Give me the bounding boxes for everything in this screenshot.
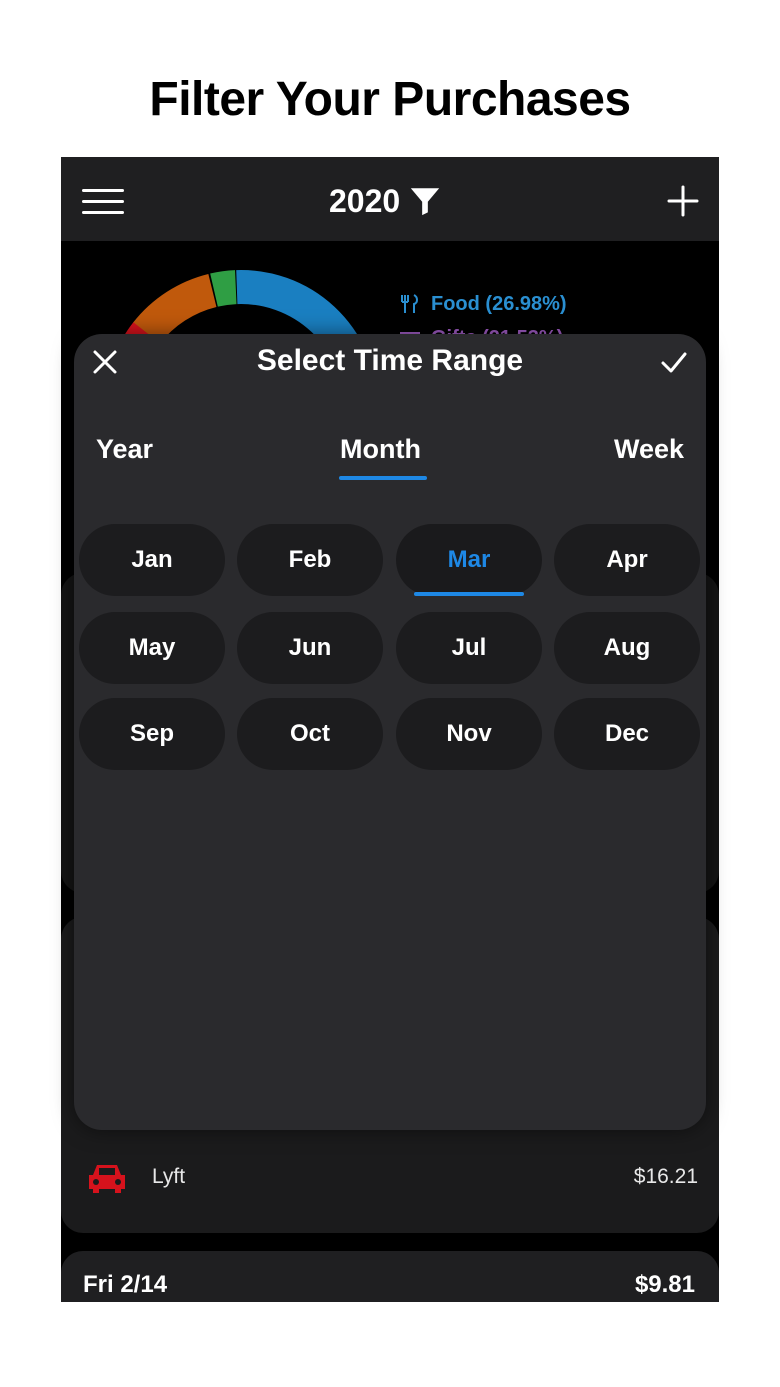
- month-mar[interactable]: Mar: [396, 524, 542, 596]
- month-feb[interactable]: Feb: [237, 524, 383, 596]
- month-may[interactable]: May: [79, 612, 225, 684]
- day-summary-card[interactable]: Fri 2/14 $9.81: [61, 1251, 719, 1302]
- time-range-modal: Select Time Range Year Month Week Jan Fe…: [74, 334, 706, 1130]
- legend-label-food: Food (26.98%): [431, 292, 567, 315]
- tab-year[interactable]: Year: [96, 434, 153, 465]
- top-bar: 2020: [61, 157, 719, 241]
- modal-title: Select Time Range: [256, 344, 524, 377]
- month-oct[interactable]: Oct: [237, 698, 383, 770]
- month-apr[interactable]: Apr: [554, 524, 700, 596]
- month-aug[interactable]: Aug: [554, 612, 700, 684]
- checkmark-icon[interactable]: [660, 348, 688, 376]
- day-total: $9.81: [634, 1271, 695, 1298]
- add-icon[interactable]: [665, 183, 701, 219]
- utensils-icon: [401, 294, 418, 313]
- hamburger-menu-icon[interactable]: [82, 189, 124, 215]
- selected-tab-indicator: [339, 476, 427, 480]
- month-sep[interactable]: Sep: [79, 698, 225, 770]
- month-nov[interactable]: Nov: [396, 698, 542, 770]
- month-jul[interactable]: Jul: [396, 612, 542, 684]
- month-dec[interactable]: Dec: [554, 698, 700, 770]
- day-date: Fri 2/14: [83, 1271, 168, 1298]
- transaction-label: Lyft: [152, 1165, 186, 1188]
- car-icon: [89, 1165, 125, 1193]
- headline: Filter Your Purchases: [149, 73, 631, 126]
- transaction-row[interactable]: Lyft $16.21: [61, 1137, 719, 1233]
- tab-week[interactable]: Week: [614, 434, 684, 465]
- tab-month[interactable]: Month: [340, 434, 421, 465]
- filter-icon: [411, 188, 440, 216]
- legend-item-food[interactable]: Food (26.98%): [399, 287, 567, 321]
- transaction-amount: $16.21: [633, 1165, 698, 1188]
- month-jun[interactable]: Jun: [237, 612, 383, 684]
- year-filter-button[interactable]: 2020: [329, 181, 442, 221]
- year-label: 2020: [329, 182, 401, 219]
- month-jan[interactable]: Jan: [79, 524, 225, 596]
